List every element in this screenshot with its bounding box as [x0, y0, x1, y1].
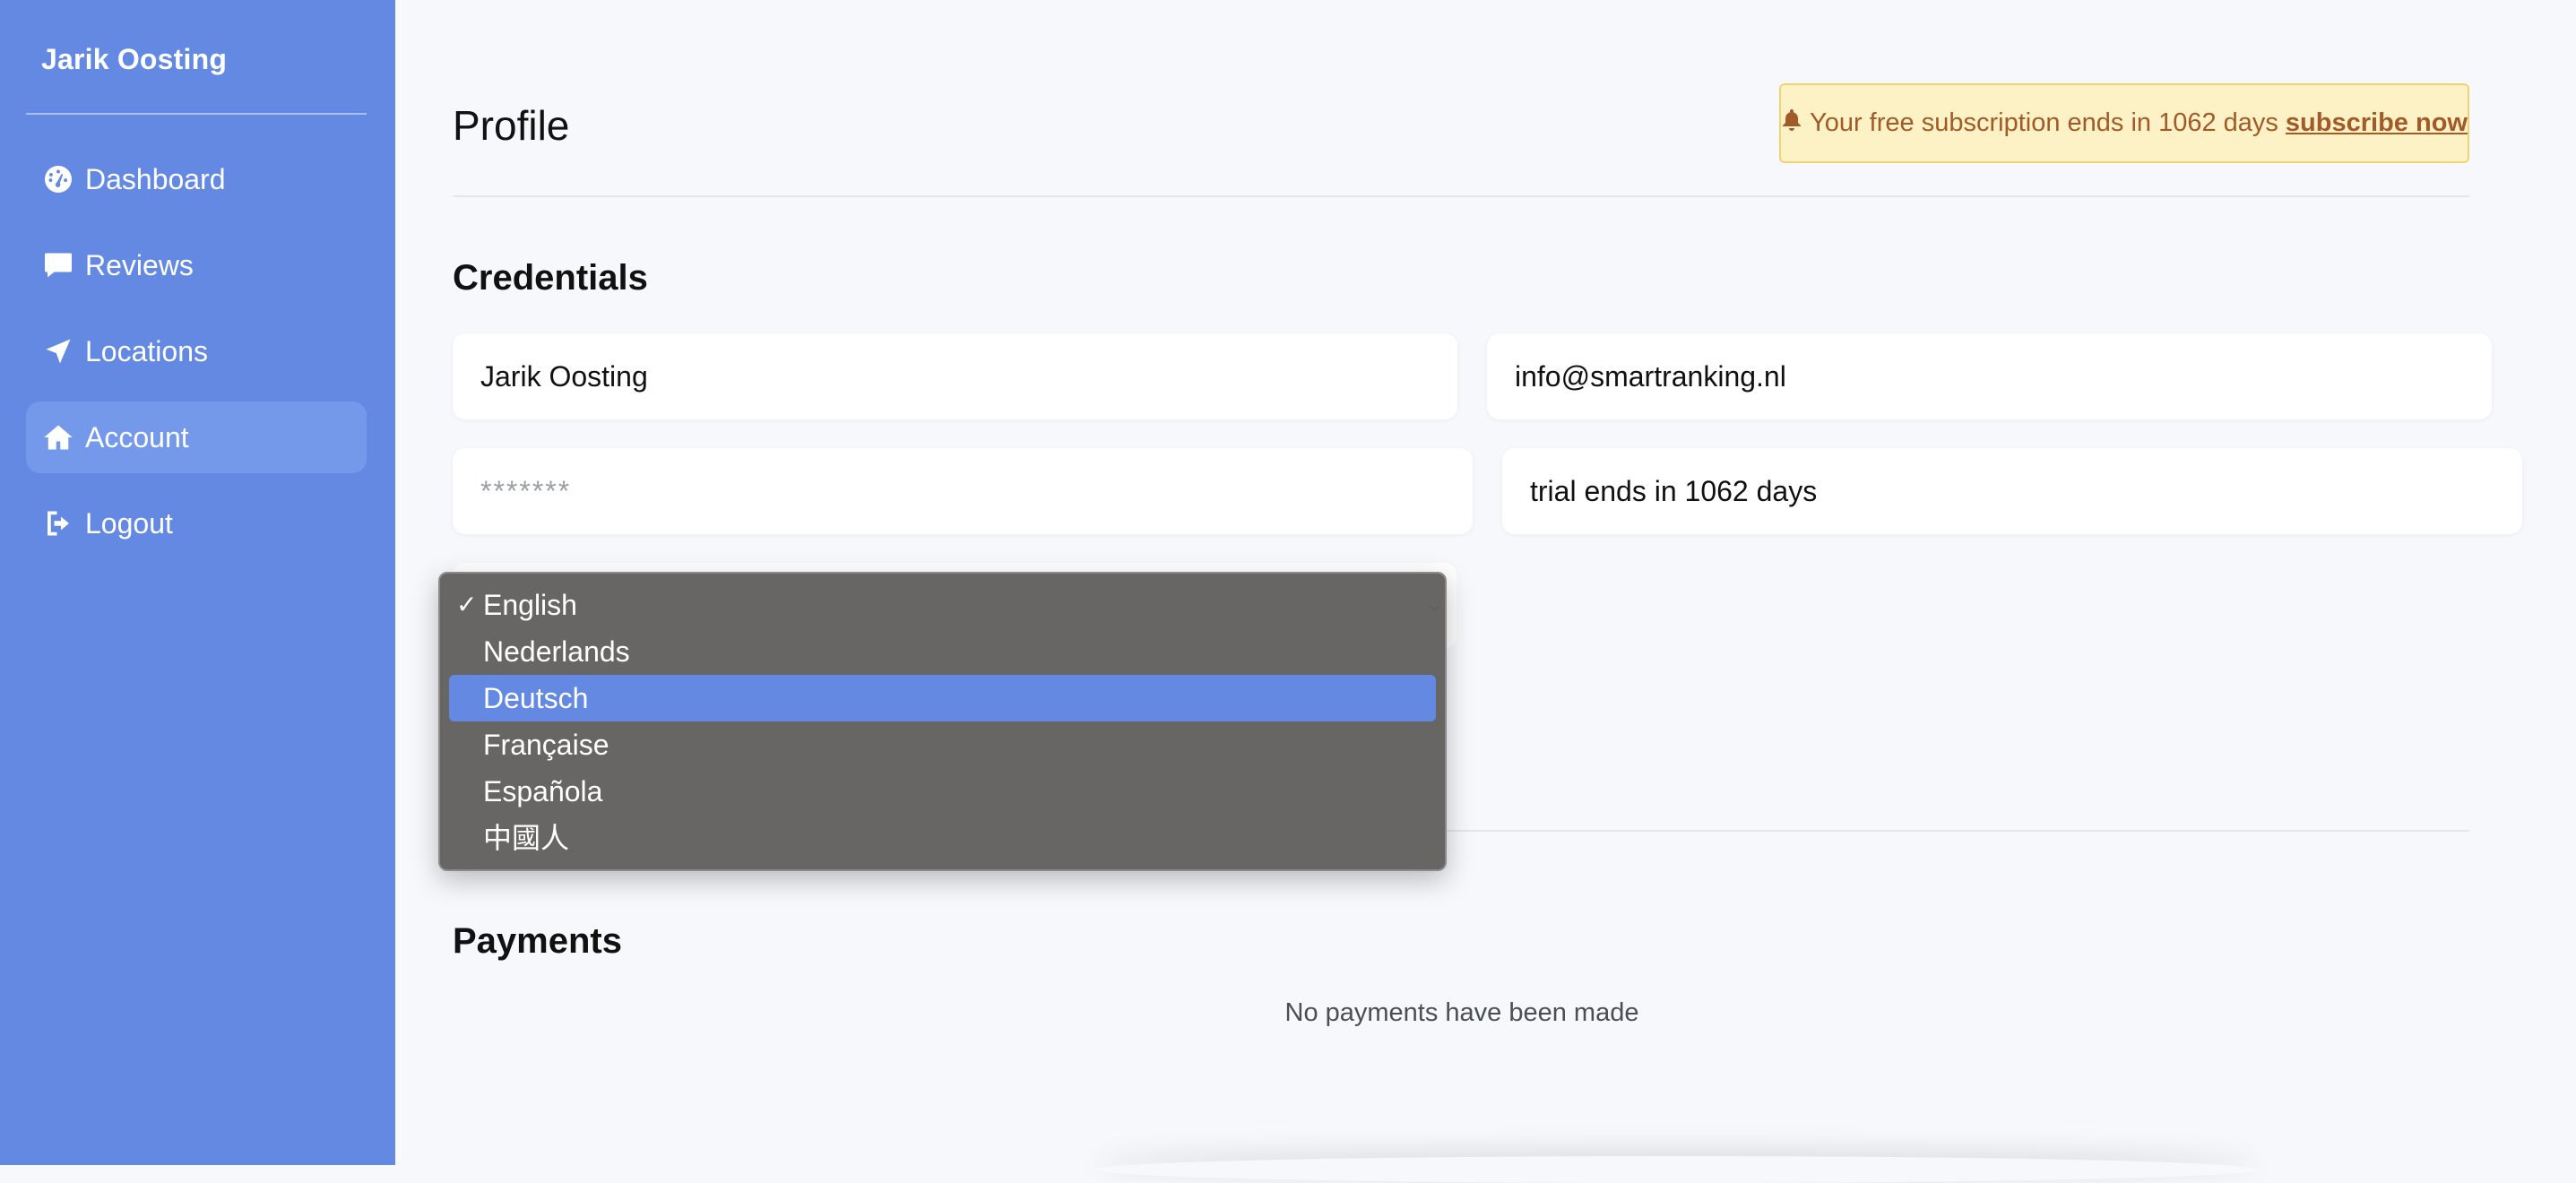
sidebar-item-label: Dashboard	[85, 162, 226, 195]
sidebar-nav: Dashboard Reviews Locations Account Logo…	[26, 143, 367, 574]
logout-icon	[40, 505, 76, 541]
payments-empty-text: No payments have been made	[1284, 998, 1639, 1027]
trial-field	[1502, 448, 2522, 534]
sidebar-item-dashboard[interactable]: Dashboard	[26, 143, 367, 215]
option-label: Española	[483, 775, 603, 807]
option-label: Nederlands	[483, 635, 630, 668]
name-field[interactable]	[453, 333, 1457, 419]
sidebar: Jarik Oosting Dashboard Reviews Location…	[0, 0, 395, 1165]
sidebar-item-label: Locations	[85, 334, 208, 367]
language-option-chinese[interactable]: 中國人	[449, 815, 1436, 861]
brand-name: Jarik Oosting	[41, 43, 228, 75]
language-option-espanola[interactable]: Española	[449, 768, 1436, 815]
language-option-francaise[interactable]: Française	[449, 721, 1436, 768]
option-label: English	[483, 589, 577, 621]
option-label: Française	[483, 729, 609, 761]
sidebar-item-label: Logout	[85, 506, 173, 540]
sidebar-divider	[26, 113, 367, 115]
page-title: Profile	[453, 102, 570, 149]
email-field[interactable]	[1487, 333, 2492, 419]
location-arrow-icon	[40, 333, 76, 369]
bell-icon	[1781, 108, 1802, 139]
sidebar-item-locations[interactable]: Locations	[26, 315, 367, 387]
sidebar-item-reviews[interactable]: Reviews	[26, 229, 367, 301]
language-option-english[interactable]: ✓ English	[449, 582, 1436, 628]
dashboard-icon	[40, 161, 76, 197]
home-icon	[40, 419, 76, 455]
payments-title: Payments	[453, 921, 622, 961]
option-label: 中國人	[483, 822, 570, 854]
sidebar-item-label: Account	[85, 420, 189, 453]
option-label: Deutsch	[483, 682, 589, 714]
language-option-nederlands[interactable]: Nederlands	[449, 628, 1436, 675]
check-icon: ✓	[456, 591, 478, 618]
footer-shadow	[1094, 1156, 2260, 1183]
language-dropdown: ✓ English Nederlands Deutsch Française E…	[438, 572, 1447, 871]
header-divider	[453, 195, 2469, 197]
password-field[interactable]	[453, 448, 1473, 534]
subscribe-link[interactable]: subscribe now	[2286, 108, 2468, 138]
sidebar-item-account[interactable]: Account	[26, 402, 367, 473]
credentials-title: Credentials	[453, 258, 648, 298]
sidebar-item-label: Reviews	[85, 248, 194, 281]
alert-text: Your free subscription ends in 1062 days	[1810, 108, 2278, 137]
comment-icon	[40, 247, 76, 283]
language-option-deutsch[interactable]: Deutsch	[449, 675, 1436, 721]
subscription-alert: Your free subscription ends in 1062 days…	[1779, 83, 2469, 163]
sidebar-item-logout[interactable]: Logout	[26, 488, 367, 559]
